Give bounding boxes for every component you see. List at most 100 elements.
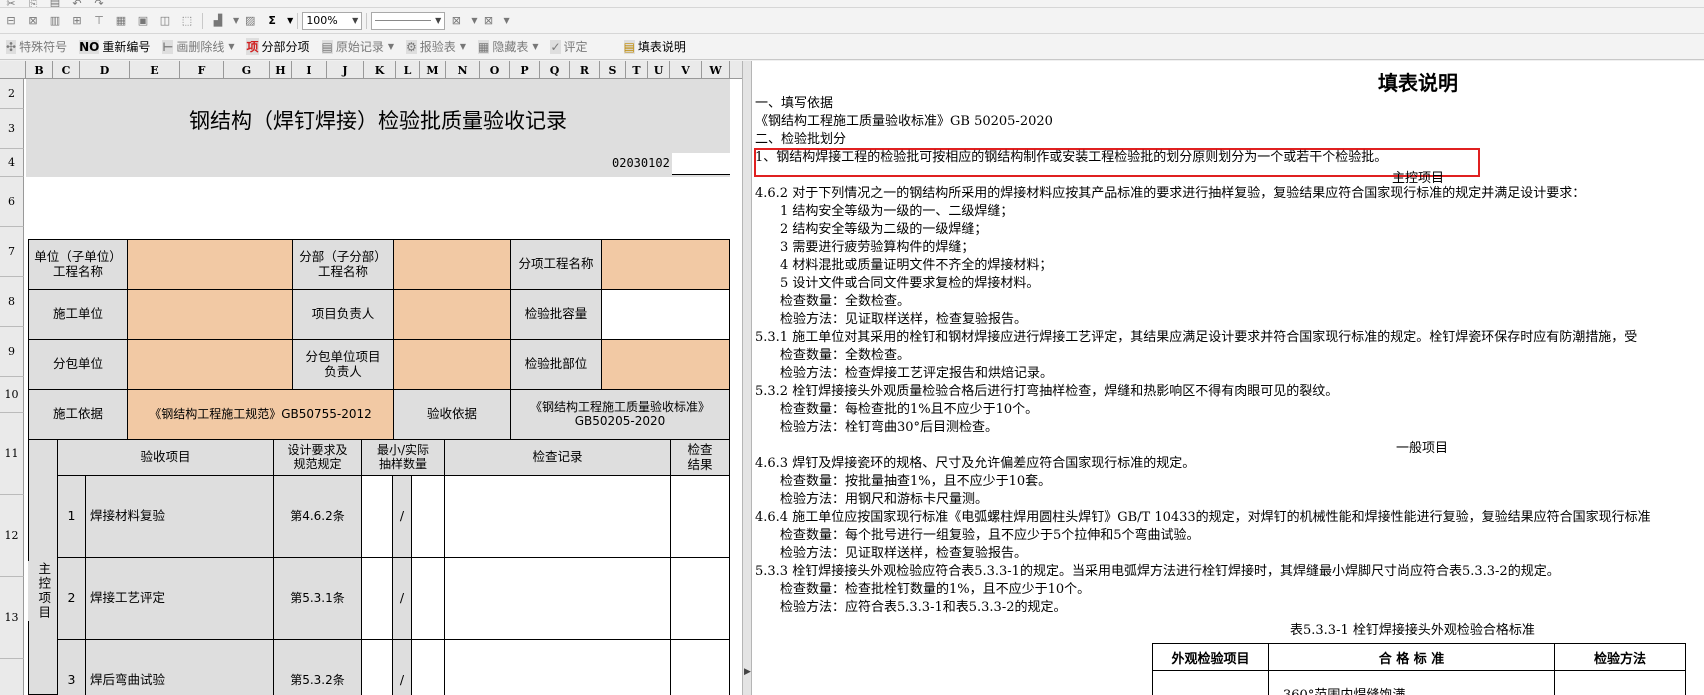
batch-capacity-input[interactable] [601, 289, 730, 340]
column-header-cell[interactable]: E [130, 61, 180, 79]
column-header-cell[interactable]: O [480, 61, 510, 79]
corner-cell[interactable] [0, 61, 26, 79]
sigma-icon[interactable]: Σ [263, 12, 281, 30]
row-header[interactable] [0, 659, 24, 695]
fill-help-button[interactable]: ▤ 填表说明 [623, 38, 686, 55]
fill-border-icon[interactable]: ⊠ [479, 12, 497, 30]
fill-border-dropdown-icon[interactable]: ▼ [503, 16, 509, 25]
column-header-cell[interactable]: H [270, 61, 292, 79]
column-header-cell[interactable]: C [53, 61, 80, 79]
column-header-cell[interactable]: D [80, 61, 130, 79]
item-project-input[interactable] [601, 239, 730, 290]
column-header-cell[interactable]: T [626, 61, 648, 79]
cut-icon[interactable]: ✂ [2, 0, 20, 7]
column-header-cell[interactable]: M [420, 61, 446, 79]
item-min-sample[interactable] [361, 475, 393, 558]
format-icon[interactable]: ⬚ [178, 12, 196, 30]
column-header-cell[interactable]: J [327, 61, 364, 79]
pane-splitter[interactable]: ▶ [742, 61, 752, 695]
line-style-select[interactable]: ▼ [371, 11, 446, 30]
project-leader-input[interactable] [393, 289, 511, 340]
page-title[interactable]: 钢结构（焊钉焊接）检验批质量验收记录 [26, 97, 730, 143]
column-header-cell[interactable]: U [648, 61, 670, 79]
column-header-cell[interactable]: V [670, 61, 702, 79]
construction-standard[interactable]: 《钢结构工程施工规范》GB50755-2012 [127, 389, 394, 440]
item-record[interactable] [444, 557, 671, 640]
column-header-cell[interactable]: I [292, 61, 327, 79]
column-header-cell[interactable]: W [702, 61, 730, 79]
item-result[interactable] [670, 639, 730, 695]
item-actual-sample[interactable] [411, 557, 445, 640]
special-char-button[interactable]: ✣ 特殊符号 [6, 38, 67, 55]
instructions-pane[interactable]: 填表说明 一、填写依据 《钢结构工程施工质量验收标准》GB 50205-2020… [752, 61, 1704, 695]
column-header-cell[interactable]: Q [540, 61, 570, 79]
grid-icon[interactable]: ▦ [112, 12, 130, 30]
row-header[interactable]: 9 [0, 327, 24, 377]
acceptance-standard[interactable]: 《钢结构工程施工质量验收标准》 GB50205-2020 [510, 389, 730, 440]
insert-col-icon[interactable]: ▥ [46, 12, 64, 30]
item-actual-sample[interactable] [411, 639, 445, 695]
unlock-icon[interactable]: ◫ [156, 12, 174, 30]
form-code-cell[interactable] [672, 153, 730, 175]
report-button[interactable]: ⚙ 报验表 ▼ [406, 38, 466, 55]
row-header[interactable]: 13 [0, 577, 24, 659]
column-header-cell[interactable]: R [570, 61, 600, 79]
column-header-cell[interactable]: S [600, 61, 626, 79]
zoom-select[interactable]: 100% ▼ [302, 11, 363, 30]
column-header-cell[interactable]: B [26, 61, 53, 79]
sigma-dropdown-icon[interactable]: ▼ [287, 16, 293, 25]
row-header[interactable]: 10 [0, 377, 24, 413]
sub-item-button[interactable]: 项分部分项 [246, 38, 310, 55]
border-dropdown-icon[interactable]: ▼ [471, 16, 477, 25]
renumber-button[interactable]: NO 重新编号 [79, 38, 150, 55]
row-header[interactable]: 6 [0, 177, 24, 227]
construction-unit-input[interactable] [127, 289, 293, 340]
evaluate-button[interactable]: ✓ 评定 [550, 38, 588, 55]
column-header-cell[interactable]: L [396, 61, 420, 79]
copy-icon[interactable]: ⎘ [24, 0, 42, 7]
column-header-cell[interactable]: F [180, 61, 224, 79]
item-result[interactable] [670, 557, 730, 640]
item-record[interactable] [444, 475, 671, 558]
hide-table-button[interactable]: ▦ 隐藏表 ▼ [477, 38, 538, 55]
column-header-cell[interactable]: K [364, 61, 396, 79]
merge-icon[interactable]: ⊞ [68, 12, 86, 30]
item-record[interactable] [444, 639, 671, 695]
row-header[interactable]: 2 [0, 79, 24, 109]
strike-line-button[interactable]: ⊢ 画删除线 ▼ [162, 38, 234, 55]
instruction-line: 检查数量：每个批号进行一组复验，且不应少于5个拉伸和5个弯曲试验。 [780, 528, 1200, 543]
row-header[interactable]: 4 [0, 149, 24, 177]
sub-leader-input[interactable] [393, 339, 511, 390]
border-icon[interactable]: ⊠ [447, 12, 465, 30]
item-result[interactable] [670, 475, 730, 558]
redo-icon[interactable]: ↷ [90, 0, 108, 7]
paste-icon[interactable]: ▤ [46, 0, 64, 7]
column-header-cell[interactable]: P [510, 61, 540, 79]
filter-icon[interactable]: ⊤ [90, 12, 108, 30]
batch-location-input[interactable] [601, 339, 730, 390]
undo-icon[interactable]: ↶ [68, 0, 86, 7]
column-header-cell[interactable]: N [446, 61, 480, 79]
item-min-sample[interactable] [361, 639, 393, 695]
item-min-sample[interactable] [361, 557, 393, 640]
unit-project-input[interactable] [127, 239, 293, 290]
row-header[interactable]: 8 [0, 277, 24, 327]
image-icon[interactable]: ▨ [241, 12, 259, 30]
raw-record-button[interactable]: ▤ 原始记录 ▼ [321, 38, 394, 55]
form-code[interactable]: 02030102 [612, 156, 670, 170]
row-header[interactable]: 3 [0, 109, 24, 149]
lock-icon[interactable]: ▣ [134, 12, 152, 30]
row-header[interactable]: 11 [0, 413, 24, 495]
chart-icon[interactable]: ▟ [209, 12, 227, 30]
chevron-right-icon[interactable]: ▶ [744, 667, 751, 677]
column-header-cell[interactable]: G [224, 61, 270, 79]
delete-row-icon[interactable]: ⊠ [24, 12, 42, 30]
spreadsheet-pane[interactable]: B C D E F G H I J K L M N O P Q R S T U … [0, 61, 742, 695]
row-header[interactable]: 7 [0, 227, 24, 277]
subcontractor-input[interactable] [127, 339, 293, 390]
sub-project-input[interactable] [393, 239, 511, 290]
chart-dropdown-icon[interactable]: ▼ [233, 16, 239, 25]
item-actual-sample[interactable] [411, 475, 445, 558]
row-header[interactable]: 12 [0, 495, 24, 577]
insert-row-icon[interactable]: ⊟ [2, 12, 20, 30]
